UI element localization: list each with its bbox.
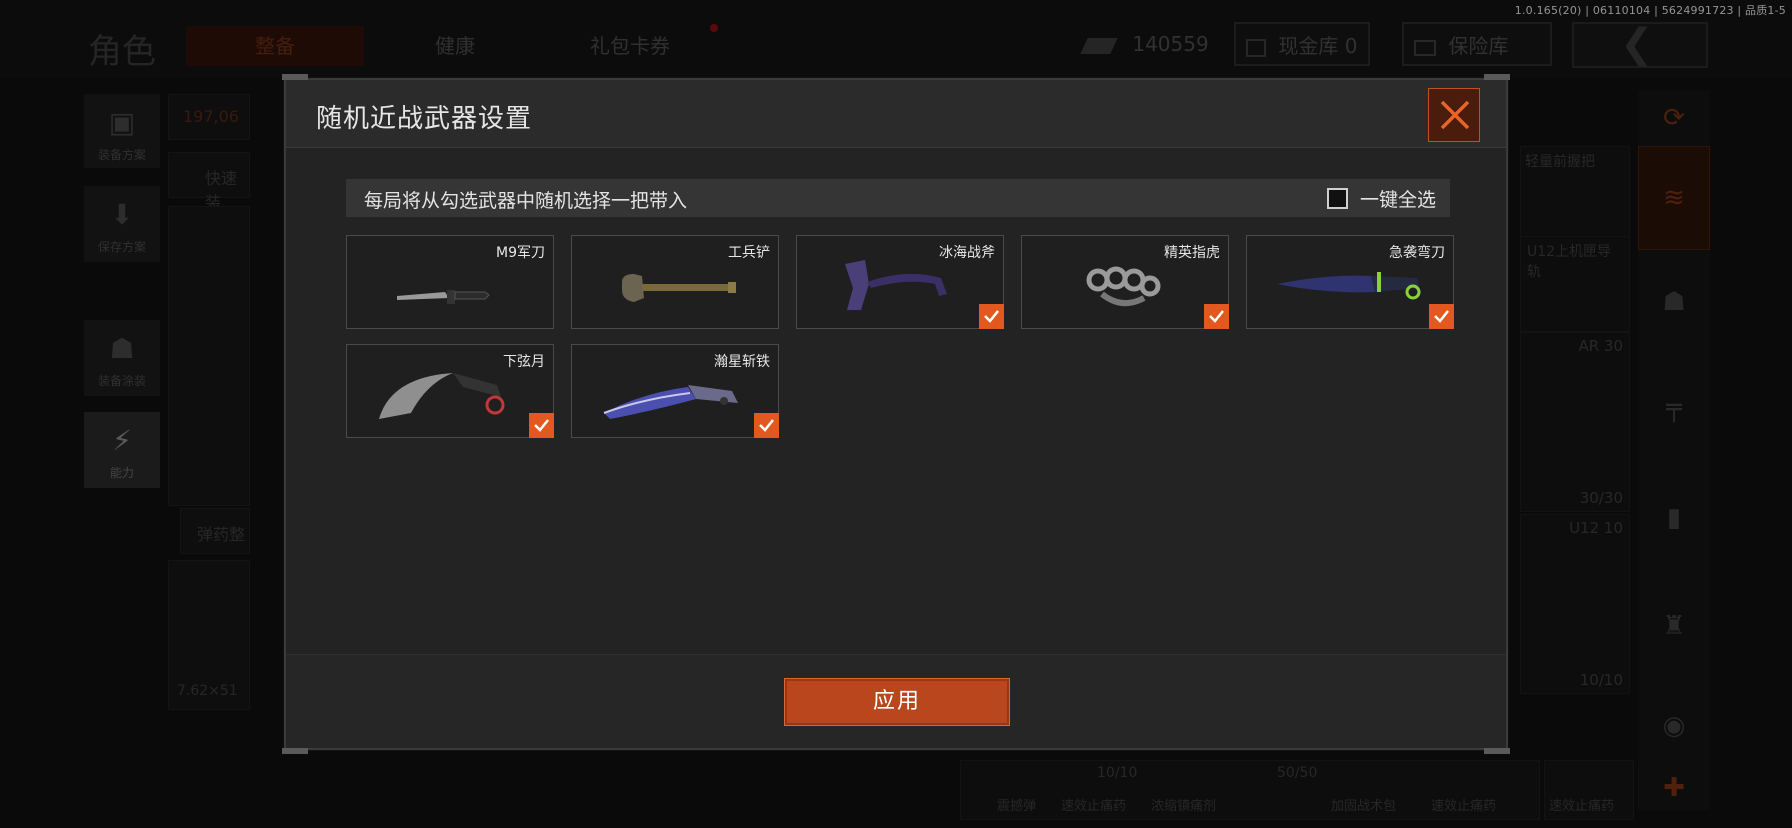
dialog-title: 随机近战武器设置	[316, 104, 533, 134]
bayonet-icon	[397, 290, 490, 304]
checked-indicator[interactable]	[529, 413, 554, 438]
shovel-icon	[622, 274, 736, 302]
weapon-card-raid-machete[interactable]: 急袭弯刀	[1246, 235, 1454, 329]
dialog-header: 随机近战武器设置	[286, 80, 1506, 148]
weapon-card-m9[interactable]: M9军刀	[346, 235, 554, 329]
corner-deco	[1484, 748, 1510, 754]
weapon-card-waning-moon[interactable]: 下弦月	[346, 344, 554, 438]
checked-indicator[interactable]	[979, 304, 1004, 329]
game-screen: { "version_info": "1.0.165(20) | 0611010…	[0, 0, 1792, 828]
checkmark-icon	[984, 310, 999, 323]
checked-indicator[interactable]	[1429, 304, 1454, 329]
checkmark-icon	[534, 419, 549, 432]
close-button[interactable]	[1428, 88, 1480, 142]
close-icon	[1440, 100, 1470, 130]
checked-indicator[interactable]	[754, 413, 779, 438]
checked-indicator[interactable]	[1204, 304, 1229, 329]
checkmark-icon	[759, 419, 774, 432]
select-all-checkbox[interactable]	[1326, 187, 1348, 209]
checkmark-icon	[1434, 310, 1449, 323]
cleaver-icon	[603, 385, 738, 419]
weapon-card-star-cleaver[interactable]: 瀚星斩铁	[571, 344, 779, 438]
knuckles-icon	[1086, 266, 1161, 307]
select-all-label: 一键全选	[1359, 188, 1436, 211]
weapon-card-knuckles[interactable]: 精英指虎	[1021, 235, 1229, 329]
checkmark-icon	[1209, 310, 1224, 323]
select-all-toggle[interactable]: 一键全选	[1326, 184, 1436, 212]
machete-icon	[1277, 272, 1421, 300]
info-bar: 每局将从勾选武器中随机选择一把带入 一键全选	[346, 179, 1450, 217]
karambit-icon	[379, 373, 505, 419]
weapon-card-ice-axe[interactable]: 冰海战斧	[796, 235, 1004, 329]
random-melee-settings-dialog: 随机近战武器设置 每局将从勾选武器中随机选择一把带入 一键全选 M9军刀 工兵铲…	[282, 74, 1510, 754]
apply-button[interactable]: 应用	[784, 678, 1010, 726]
weapon-card-shovel[interactable]: 工兵铲	[571, 235, 779, 329]
corner-deco	[282, 748, 308, 754]
info-text: 每局将从勾选武器中随机选择一把带入	[364, 190, 688, 212]
axe-icon	[845, 260, 947, 310]
